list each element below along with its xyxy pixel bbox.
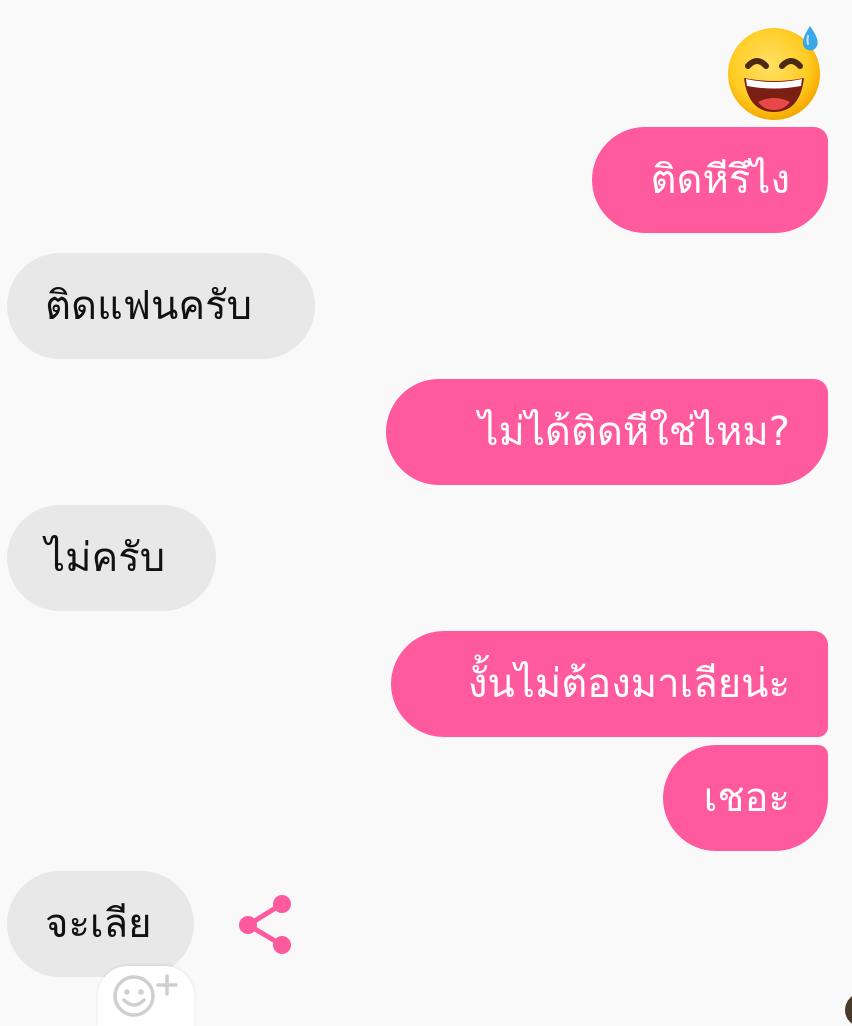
received-message[interactable]: จะเลีย (7, 871, 194, 977)
sent-message[interactable]: งั้นไม่ต้องมาเลียน่ะ (391, 631, 828, 737)
message-text: เชอะ (703, 775, 790, 821)
message-text: ติดแฟนครับ (45, 283, 253, 329)
add-reaction-button[interactable] (98, 966, 194, 1026)
message-text: ไม่ได้ติดหีใช่ไหม? (478, 409, 790, 455)
message-text: งั้นไม่ต้องมาเลียน่ะ (467, 661, 790, 707)
sent-message[interactable]: ติดหีรึไง (592, 127, 828, 233)
received-message[interactable]: ไม่ครับ (7, 505, 216, 611)
chat-thread: ติดหีรึไง ติดแฟนครับ ไม่ได้ติดหีใช่ไหม? … (0, 0, 852, 1026)
sent-message[interactable]: เชอะ (663, 745, 828, 851)
message-text: ติดหีรึไง (650, 157, 790, 203)
grinning-sweat-emoji[interactable] (724, 22, 828, 122)
message-text: จะเลีย (45, 901, 152, 947)
add-reaction-icon (113, 974, 178, 1017)
avatar[interactable] (845, 993, 852, 1026)
received-message[interactable]: ติดแฟนครับ (7, 253, 315, 359)
sent-message[interactable]: ไม่ได้ติดหีใช่ไหม? (386, 379, 828, 485)
message-text: ไม่ครับ (45, 535, 166, 581)
share-icon[interactable] (236, 894, 294, 956)
